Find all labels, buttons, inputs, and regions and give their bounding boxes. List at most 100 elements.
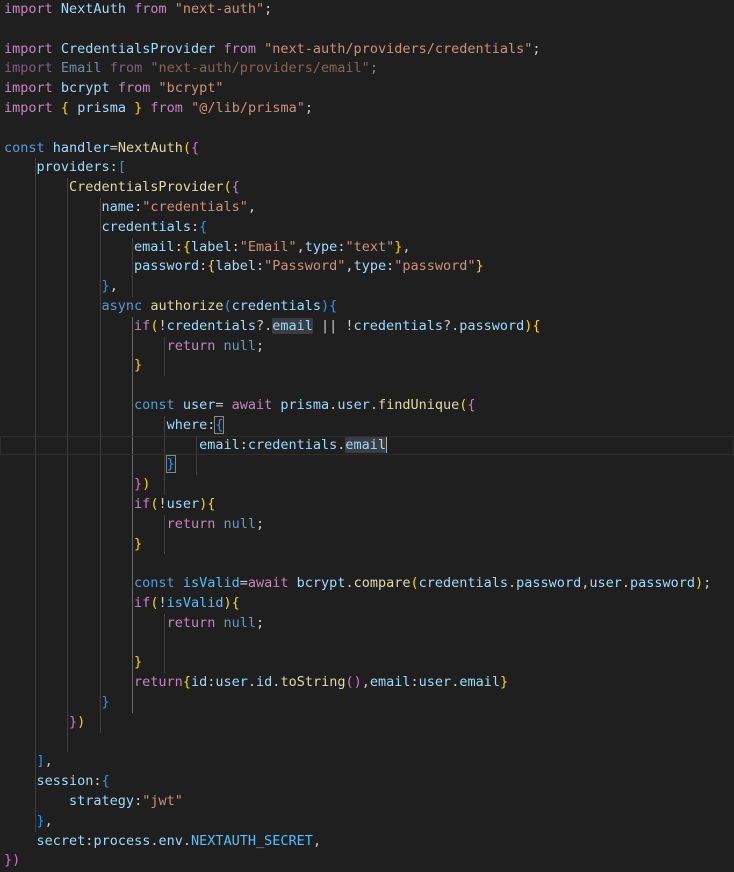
code-line[interactable]: const isValid=await bcrypt.compare(crede… (4, 574, 711, 594)
code-token: { (101, 773, 110, 790)
code-token: { (231, 595, 240, 611)
code-line[interactable]: } (4, 455, 176, 475)
code-line[interactable]: const user= await prisma.user.findUnique… (4, 396, 475, 416)
code-line[interactable]: import Email from "next-auth/providers/e… (4, 59, 378, 79)
code-line[interactable]: providers:[ (4, 158, 126, 178)
code-token: . (247, 674, 257, 691)
code-token: { (329, 298, 338, 314)
code-line[interactable]: CredentialsProvider({ (4, 178, 240, 198)
code-line[interactable]: const handler=NextAuth({ (4, 139, 199, 159)
code-token: ; (304, 100, 313, 116)
code-line[interactable]: email:{label:"Email",type:"text"}, (4, 238, 410, 258)
code-token: } (134, 357, 143, 374)
code-line[interactable]: }) (4, 713, 85, 733)
code-line[interactable]: if(!credentials?.email || !credentials?.… (4, 317, 541, 337)
code-token: : (93, 773, 102, 790)
code-token: credentials (353, 317, 443, 334)
code-line[interactable]: where:{ (4, 415, 225, 436)
code-token: async (101, 298, 143, 314)
code-token: "Email" (239, 238, 297, 255)
code-token: user (215, 674, 248, 691)
code-line[interactable]: credentials:{ (4, 218, 208, 238)
code-editor[interactable]: import NextAuth from "next-auth"; import … (0, 0, 734, 872)
code-line[interactable]: return{id:user.id.toString(),email:user.… (4, 673, 508, 693)
code-line[interactable]: password:{label:"Password",type:"passwor… (4, 257, 484, 277)
code-token: const (4, 139, 45, 156)
code-line[interactable]: return null; (4, 515, 265, 535)
code-token: from (134, 1, 167, 17)
code-token: providers (36, 159, 110, 176)
code-token: password (516, 575, 582, 592)
code-line[interactable]: } (4, 653, 142, 673)
code-token: ! (158, 496, 167, 512)
code-line[interactable]: if(!user){ (4, 495, 215, 515)
code-token: ( (345, 674, 354, 691)
code-line[interactable]: import NextAuth from "next-auth"; (4, 0, 272, 20)
code-token: password (134, 258, 200, 275)
code-token: env (158, 832, 183, 849)
code-token: password (630, 575, 696, 592)
text-cursor (386, 436, 388, 453)
code-line[interactable]: }, (4, 812, 53, 832)
code-line[interactable]: }) (4, 851, 20, 871)
code-line[interactable]: } (4, 693, 110, 713)
code-token: return (166, 614, 216, 631)
code-token: : (190, 218, 200, 235)
code-token: NextAuth (117, 139, 183, 156)
code-line[interactable]: ], (4, 752, 53, 772)
code-token: const (134, 575, 175, 592)
code-line[interactable]: session:{ (4, 772, 110, 792)
code-line[interactable]: email:credentials.email (0, 436, 734, 456)
code-token: . (508, 575, 517, 592)
code-line[interactable]: } (4, 356, 142, 376)
code-token: user (589, 575, 622, 592)
code-token: session (36, 773, 94, 790)
code-line[interactable]: }) (4, 475, 150, 495)
code-line[interactable]: import { prisma } from "@/lib/prisma"; (4, 99, 313, 119)
code-token: import (4, 80, 53, 97)
code-token: ) (223, 595, 232, 611)
code-line[interactable]: }, (4, 277, 118, 297)
code-token: type (353, 258, 387, 275)
code-line[interactable]: return null; (4, 337, 265, 357)
code-token: return (134, 674, 183, 691)
code-token: from (117, 80, 151, 97)
code-token: , (247, 199, 257, 215)
code-token: : (231, 238, 240, 255)
code-token: "credentials" (142, 199, 248, 215)
code-token: } (69, 713, 78, 730)
code-line[interactable]: strategy:"jwt" (4, 792, 183, 812)
code-line[interactable]: name:"credentials", (4, 198, 256, 218)
code-token: from (150, 100, 183, 116)
code-token: } (36, 812, 45, 829)
code-token: secret (36, 832, 86, 849)
code-token: toString (280, 674, 346, 691)
code-line[interactable]: secret:process.env.NEXTAUTH_SECRET, (4, 832, 322, 852)
code-line[interactable]: async authorize(credentials){ (4, 297, 338, 317)
code-token: strategy (69, 793, 135, 809)
code-line[interactable]: import bcrypt from "bcrypt" (4, 79, 224, 99)
code-line[interactable]: } (4, 535, 142, 555)
code-token: null (223, 614, 256, 631)
code-line[interactable]: import CredentialsProvider from "next-au… (4, 40, 541, 60)
code-line[interactable]: return null; (4, 614, 265, 634)
code-token: ! (158, 317, 167, 334)
code-token: , (361, 674, 370, 691)
code-line[interactable]: if(!isValid){ (4, 594, 240, 614)
code-token: }) (4, 852, 21, 869)
code-token: await (231, 397, 273, 413)
code-token: ?. (256, 317, 273, 334)
code-token: user (337, 397, 370, 413)
code-token: ; (256, 337, 265, 354)
